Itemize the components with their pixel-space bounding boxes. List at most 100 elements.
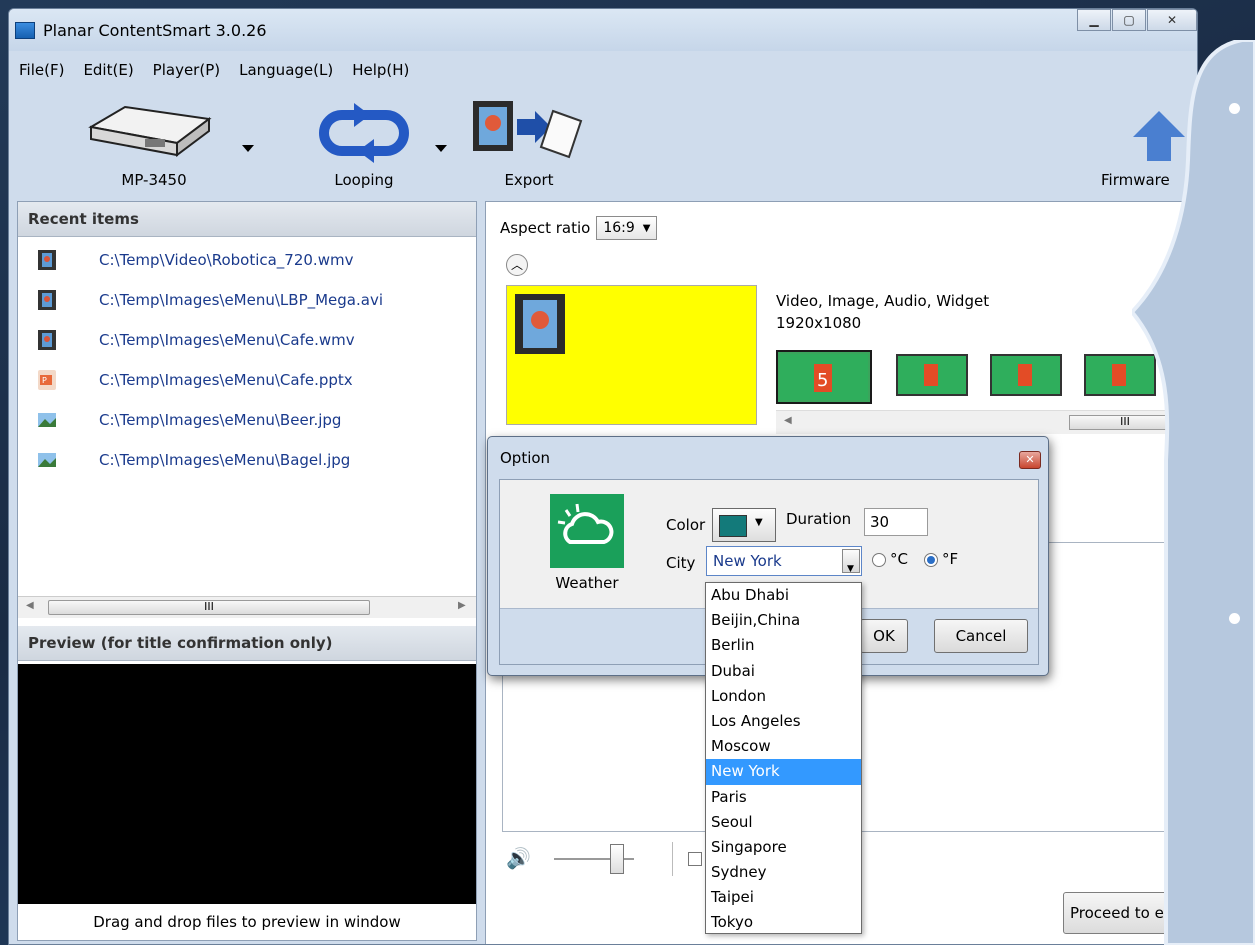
svg-text:P: P — [42, 376, 47, 385]
title-bar: Planar ContentSmart 3.0.26 ▁ ▢ ✕ — [9, 9, 1197, 51]
looping-dropdown-arrow[interactable] — [435, 145, 447, 152]
window-title: Planar ContentSmart 3.0.26 — [43, 20, 267, 40]
city-option[interactable]: Tokyo — [706, 910, 861, 935]
city-option-selected[interactable]: New York — [706, 759, 861, 785]
scroll-thumb[interactable]: III — [48, 600, 370, 615]
city-option[interactable]: Abu Dhabi — [706, 583, 861, 608]
preview-header: Preview (for title confirmation only) — [18, 626, 476, 661]
dialog-close-button[interactable]: ✕ — [1019, 451, 1041, 469]
close-button[interactable]: ✕ — [1147, 9, 1197, 31]
fahrenheit-label: °F — [942, 550, 959, 568]
file-path: C:\Temp\Images\eMenu\Cafe.pptx — [99, 371, 353, 389]
list-item[interactable]: C:\Temp\Images\eMenu\Beer.jpg — [18, 400, 476, 440]
scroll-left-arrow-icon[interactable]: ◀ — [784, 415, 792, 426]
scroll-right-arrow-icon[interactable]: ▶ — [458, 600, 466, 611]
list-item[interactable]: C:\Temp\Video\Robotica_720.wmv — [18, 240, 476, 280]
image-file-icon — [38, 413, 56, 427]
city-option[interactable]: Moscow — [706, 734, 861, 759]
city-option[interactable]: Paris — [706, 785, 861, 810]
video-file-icon — [38, 290, 56, 310]
color-label: Color — [666, 516, 706, 534]
aspect-ratio-label: Aspect ratio — [500, 219, 591, 237]
weather-cloud-icon — [557, 503, 614, 544]
svg-text:5: 5 — [817, 370, 828, 391]
divider — [672, 842, 673, 876]
looping-button[interactable]: Looping — [299, 85, 429, 197]
recent-horizontal-scrollbar[interactable]: ◀ III ▶ — [18, 596, 476, 618]
video-zone-icon — [515, 294, 565, 354]
menu-file[interactable]: File(F) — [19, 61, 64, 79]
city-option[interactable]: Los Angeles — [706, 709, 861, 734]
weather-widget-tile — [550, 494, 624, 568]
city-dropdown-list: Abu Dhabi Beijin,China Berlin Dubai Lond… — [705, 582, 862, 934]
city-option[interactable]: Dubai — [706, 659, 861, 684]
file-path: C:\Temp\Images\eMenu\LBP_Mega.avi — [99, 291, 384, 309]
looping-label: Looping — [334, 171, 394, 189]
ok-button[interactable]: OK — [860, 619, 908, 653]
collapse-up-button[interactable]: ︿ — [506, 254, 528, 276]
celsius-label: °C — [890, 550, 908, 568]
city-option[interactable]: Berlin — [706, 633, 861, 658]
aspect-ratio-value: 16:9 — [603, 220, 635, 236]
duration-input[interactable]: 30 — [864, 508, 928, 536]
city-option[interactable]: Singapore — [706, 835, 861, 860]
list-item[interactable]: C:\Temp\Images\eMenu\Bagel.jpg — [18, 440, 476, 480]
chevron-down-icon: ▼ — [755, 517, 763, 528]
city-option[interactable]: Seoul — [706, 810, 861, 835]
video-file-icon — [38, 330, 56, 350]
widget-thumbnail[interactable]: 5 — [776, 350, 872, 404]
fahrenheit-radio[interactable] — [924, 553, 938, 567]
maximize-button[interactable]: ▢ — [1112, 9, 1146, 31]
export-label: Export — [504, 171, 554, 189]
player-dropdown-arrow[interactable] — [242, 145, 254, 152]
city-select-value: New York — [713, 552, 782, 570]
export-button[interactable]: Export — [469, 85, 589, 197]
menu-help[interactable]: Help(H) — [352, 61, 409, 79]
dialog-title: Option — [500, 449, 551, 467]
slide-bullet — [1229, 613, 1240, 624]
menu-edit[interactable]: Edit(E) — [83, 61, 133, 79]
chevron-down-icon: ▼ — [847, 564, 854, 574]
media-player-icon — [88, 105, 212, 157]
powerpoint-file-icon: P — [38, 370, 56, 390]
cancel-button[interactable]: Cancel — [934, 619, 1028, 653]
menu-player[interactable]: Player(P) — [153, 61, 220, 79]
menu-language[interactable]: Language(L) — [239, 61, 333, 79]
city-option[interactable]: Sydney — [706, 860, 861, 885]
list-item[interactable]: P C:\Temp\Images\eMenu\Cafe.pptx — [18, 360, 476, 400]
option-checkbox[interactable] — [688, 852, 702, 866]
widget-name: Weather — [555, 574, 619, 592]
city-label: City — [666, 554, 696, 572]
file-path: C:\Temp\Images\eMenu\Beer.jpg — [99, 411, 342, 429]
resolution-text: 1920x1080 — [776, 314, 862, 332]
celsius-radio[interactable] — [872, 553, 886, 567]
player-select-button[interactable]: MP-3450 — [69, 85, 239, 197]
widget-thumbnail[interactable] — [896, 354, 968, 396]
city-dropdown-button[interactable]: ▼ — [842, 549, 860, 574]
widget-thumbnail[interactable] — [990, 354, 1062, 396]
city-option[interactable]: London — [706, 684, 861, 709]
scroll-left-arrow-icon[interactable]: ◀ — [26, 600, 34, 611]
html5-widget-icon — [898, 356, 966, 394]
color-picker-button[interactable]: ▼ — [712, 508, 776, 542]
player-label: MP-3450 — [121, 171, 187, 189]
city-option[interactable]: Taipei — [706, 885, 861, 910]
layout-preview-zone[interactable] — [506, 285, 757, 425]
app-icon — [15, 21, 35, 39]
content-types-text: Video, Image, Audio, Widget — [776, 292, 990, 310]
preview-caption: Drag and drop files to preview in window — [18, 904, 476, 940]
slide-overlay-shape — [1132, 40, 1255, 945]
city-option[interactable]: Beijin,China — [706, 608, 861, 633]
preview-window[interactable] — [18, 664, 476, 904]
recent-items-panel: Recent items C:\Temp\Video\Robotica_720.… — [17, 201, 477, 941]
city-select[interactable]: New York ▼ — [706, 546, 862, 576]
html5-widget-icon — [992, 356, 1060, 394]
minimize-button[interactable]: ▁ — [1077, 9, 1111, 31]
volume-slider-handle[interactable] — [610, 844, 624, 874]
html5-widget-icon: 5 — [780, 354, 868, 400]
recent-items-header: Recent items — [18, 202, 476, 237]
chevron-down-icon: ▼ — [642, 222, 651, 234]
list-item[interactable]: C:\Temp\Images\eMenu\Cafe.wmv — [18, 320, 476, 360]
list-item[interactable]: C:\Temp\Images\eMenu\LBP_Mega.avi — [18, 280, 476, 320]
aspect-ratio-select[interactable]: 16:9 ▼ — [596, 216, 658, 240]
